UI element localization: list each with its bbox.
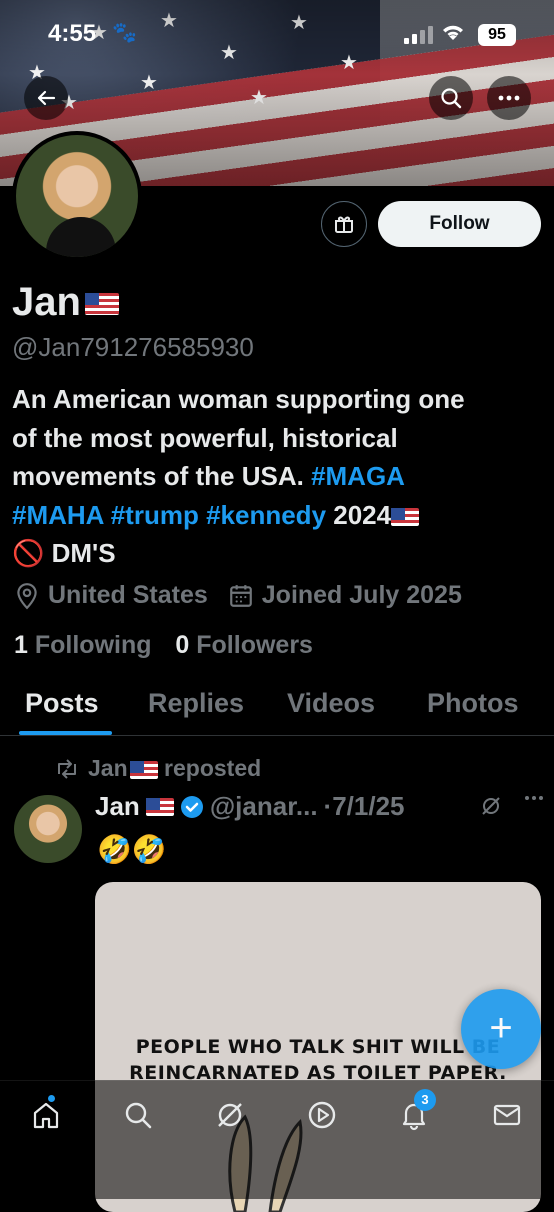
home-notification-dot bbox=[48, 1095, 55, 1102]
profile-location: United States bbox=[48, 581, 208, 609]
tab-posts[interactable]: Posts bbox=[25, 688, 99, 719]
post-author-name[interactable]: Jan bbox=[95, 791, 140, 822]
bottom-nav: 3 bbox=[0, 1080, 554, 1199]
search-button[interactable] bbox=[429, 76, 473, 120]
gift-button[interactable] bbox=[321, 201, 367, 247]
nav-search[interactable] bbox=[118, 1095, 158, 1135]
tab-videos[interactable]: Videos bbox=[287, 688, 375, 719]
tab-photos[interactable]: Photos bbox=[427, 688, 519, 719]
post-actions-top bbox=[480, 795, 544, 817]
followers-link[interactable]: 0 Followers bbox=[175, 631, 313, 659]
back-arrow-icon bbox=[37, 90, 56, 106]
profile-handle: @Jan791276585930 bbox=[12, 332, 254, 362]
home-icon bbox=[33, 1102, 59, 1129]
profile-joined-date: Joined July 2025 bbox=[261, 581, 462, 609]
location-pin-icon bbox=[17, 582, 37, 609]
status-time: 4:55 bbox=[48, 20, 97, 47]
video-play-icon bbox=[308, 1101, 336, 1129]
paw-icon: 🐾 bbox=[112, 22, 137, 44]
us-flag-icon bbox=[84, 293, 119, 316]
status-bar: 4:55 🐾 95 bbox=[0, 18, 554, 54]
nav-home[interactable] bbox=[26, 1095, 66, 1135]
repost-icon bbox=[58, 758, 76, 779]
post-author-handle[interactable]: @janar... bbox=[210, 791, 318, 822]
hashtag-maha[interactable]: #MAHA bbox=[12, 500, 103, 530]
grok-icon[interactable] bbox=[480, 795, 502, 817]
verified-badge-icon bbox=[180, 795, 203, 818]
post-header: Jan @janar... ·7/1/25 bbox=[95, 791, 405, 822]
post-author-avatar[interactable] bbox=[14, 795, 82, 863]
compose-post-button[interactable]: + bbox=[461, 989, 541, 1069]
us-flag-icon bbox=[391, 507, 420, 526]
following-link[interactable]: 1 Following bbox=[14, 631, 152, 659]
nav-messages[interactable] bbox=[487, 1095, 527, 1135]
battery-indicator: 95 bbox=[478, 24, 516, 46]
post-date: ·7/1/25 bbox=[323, 791, 405, 821]
hashtag-maga[interactable]: #MAGA bbox=[311, 461, 405, 491]
gift-icon bbox=[335, 216, 353, 233]
more-options-button[interactable] bbox=[487, 76, 531, 120]
profile-tabs: Posts Replies Videos Photos bbox=[0, 688, 554, 736]
signal-icon bbox=[404, 26, 433, 44]
hashtag-trump[interactable]: #trump bbox=[111, 500, 199, 530]
wifi-icon bbox=[440, 22, 466, 48]
grok-icon bbox=[218, 1103, 242, 1127]
nav-grok[interactable] bbox=[210, 1095, 250, 1135]
profile-avatar[interactable] bbox=[12, 131, 142, 261]
profile-name: Jan bbox=[12, 280, 119, 325]
more-horizontal-icon bbox=[498, 95, 520, 101]
calendar-icon bbox=[229, 584, 252, 607]
hashtag-kennedy[interactable]: #kennedy bbox=[206, 500, 326, 530]
profile-stats: 1 Following 0 Followers bbox=[14, 631, 313, 660]
mail-icon bbox=[493, 1104, 521, 1126]
follow-button[interactable]: Follow bbox=[378, 201, 541, 247]
nav-video[interactable] bbox=[302, 1095, 342, 1135]
more-horizontal-icon[interactable] bbox=[524, 795, 544, 801]
search-icon bbox=[441, 88, 462, 109]
post-text: 🤣🤣 bbox=[97, 834, 167, 865]
back-button[interactable] bbox=[24, 76, 68, 120]
prohibited-icon: 🚫 bbox=[12, 538, 45, 568]
profile-bio: An American woman supporting one of the … bbox=[12, 384, 465, 568]
profile-meta: United States Joined July 2025 bbox=[14, 581, 462, 610]
us-flag-icon bbox=[145, 797, 174, 816]
us-flag-icon bbox=[129, 760, 158, 779]
tab-replies[interactable]: Replies bbox=[148, 688, 244, 719]
search-icon bbox=[125, 1102, 152, 1129]
active-tab-indicator bbox=[19, 731, 112, 735]
repost-indicator: Jan reposted bbox=[54, 755, 261, 782]
notifications-badge: 3 bbox=[414, 1089, 436, 1111]
nav-notifications[interactable]: 3 bbox=[394, 1089, 436, 1135]
